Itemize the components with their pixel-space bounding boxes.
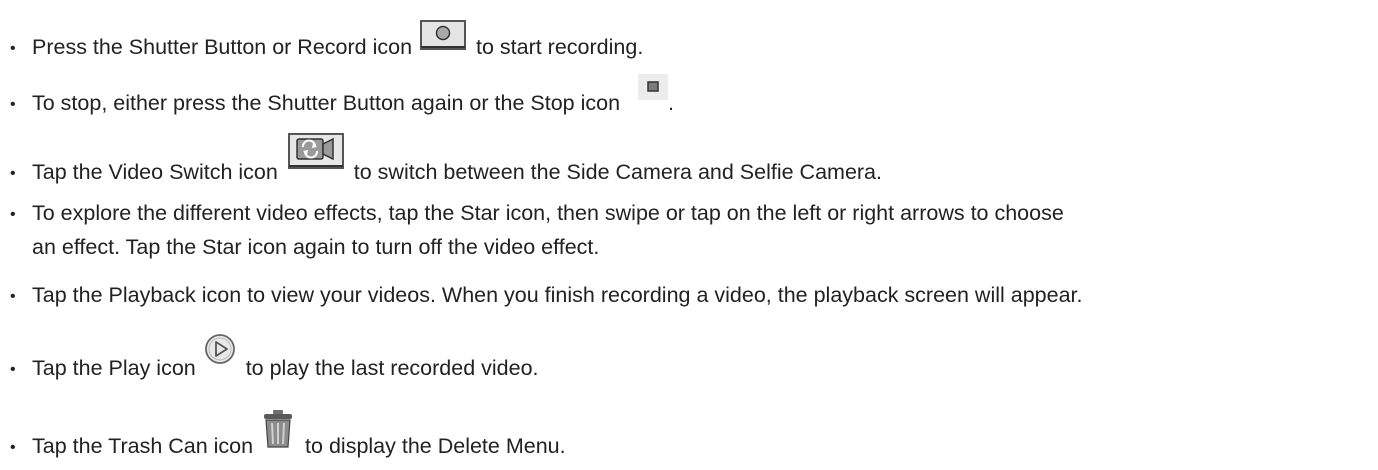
list-item: • Tap the Trash Can icon to display the D…: [10, 409, 566, 461]
item-text-before: Tap the Trash Can icon: [32, 434, 260, 458]
stop-icon: [638, 74, 669, 100]
list-item: • Tap the Play icon to play the last reco…: [10, 334, 539, 383]
item-text-before: Press the Shutter Button or Record icon: [32, 35, 419, 59]
play-icon: [204, 333, 236, 365]
bullet: •: [10, 361, 16, 378]
list-item: • Tap the Playback icon to view your vide…: [10, 283, 1083, 310]
bullet: •: [10, 439, 16, 456]
item-text-line2: an effect. Tap the Star icon again to tu…: [32, 235, 600, 259]
bullet: •: [10, 165, 16, 182]
item-text-after: to switch between the Side Camera and Se…: [347, 160, 882, 184]
bullet: •: [10, 288, 16, 305]
record-icon: [420, 20, 467, 50]
video-switch-icon: [287, 133, 344, 169]
item-text-before: To stop, either press the Shutter Button…: [32, 91, 627, 115]
item-text-line1: To explore the different video effects, …: [32, 201, 1064, 225]
item-text-after: .: [668, 91, 674, 115]
list-item: • Press the Shutter Button or Record icon…: [10, 20, 644, 62]
item-text-after: to start recording.: [470, 35, 644, 59]
trash-can-icon: [261, 409, 296, 449]
item-text-before: Tap the Play icon: [32, 356, 202, 380]
bullet: •: [10, 206, 16, 223]
list-item-continuation: an effect. Tap the Star icon again to tu…: [32, 235, 599, 259]
item-text-before: Tap the Video Switch icon: [32, 160, 284, 184]
list-item: • To explore the different video effects,…: [10, 201, 1064, 228]
bullet: •: [10, 40, 16, 57]
item-text: Tap the Playback icon to view your video…: [32, 283, 1083, 307]
item-text-after: to display the Delete Menu.: [299, 434, 566, 458]
list-item: • To stop, either press the Shutter Butto…: [10, 74, 674, 118]
list-item: • Tap the Video Switch icon to switch bet…: [10, 133, 882, 187]
item-text-after: to play the last recorded video.: [239, 356, 539, 380]
bullet: •: [10, 96, 16, 113]
